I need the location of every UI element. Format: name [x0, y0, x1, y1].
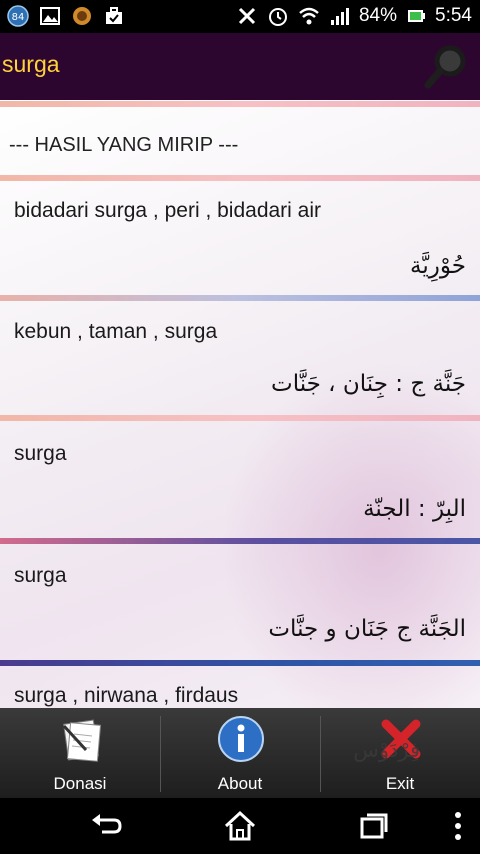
svg-text:84: 84: [12, 12, 25, 23]
search-icon[interactable]: [422, 41, 472, 91]
bottom-menu-bar: Donasi About Exit فِرْدَوْس: [0, 708, 480, 798]
list-item-arabic: البِرّ : الجنّة: [363, 496, 466, 522]
results-list: --- HASIL YANG MIRIP --- bidadari surga …: [0, 100, 480, 708]
notification-badge-icon: 84: [6, 4, 30, 28]
search-query-title: surga: [2, 51, 60, 77]
briefcase-icon: [102, 4, 126, 28]
recent-apps-icon[interactable]: [354, 806, 394, 846]
list-item-arabic: جَنَّة ج : جِنَان ، جَنَّات: [271, 371, 466, 397]
similar-results-header: --- HASIL YANG MIRIP ---: [9, 134, 239, 156]
list-item-indonesian: surga , nirwana , firdaus: [14, 684, 239, 707]
clock: 5:54: [435, 5, 472, 26]
home-icon[interactable]: [220, 806, 260, 846]
battery-icon: [404, 4, 428, 28]
overflow-menu-icon[interactable]: [438, 806, 478, 846]
list-item-indonesian: kebun , taman , surga: [14, 320, 218, 343]
list-item[interactable]: bidadari surga , peri , bidadari air حُو…: [0, 181, 480, 295]
list-item[interactable]: surga البِرّ : الجنّة: [0, 421, 480, 538]
status-bar: 84 84% 5:54: [0, 0, 480, 33]
list-item-indonesian: surga: [14, 442, 67, 465]
list-item-arabic: فِرْدَوْس: [353, 738, 420, 762]
list-item[interactable]: kebun , taman , surga جَنَّة ج : جِنَان …: [0, 301, 480, 415]
app-ring-icon: [70, 4, 94, 28]
list-item-indonesian: surga: [14, 564, 67, 587]
exit-label: Exit: [385, 774, 415, 793]
list-item-arabic: الجَنَّة ج جَنَان و جنَّات: [268, 616, 466, 642]
donasi-label: Donasi: [53, 774, 107, 793]
system-nav-bar: [0, 798, 480, 854]
about-label: About: [217, 774, 263, 793]
donasi-button[interactable]: Donasi: [0, 708, 160, 798]
about-button[interactable]: About: [160, 708, 320, 798]
back-icon[interactable]: [86, 806, 126, 846]
divider: [0, 101, 480, 107]
signal-icon: [328, 4, 352, 28]
info-icon: [216, 714, 266, 764]
gallery-icon: [38, 4, 62, 28]
battery-percent: 84%: [358, 5, 398, 26]
action-bar: surga: [0, 33, 480, 100]
list-item[interactable]: surga الجَنَّة ج جَنَان و جنَّات: [0, 544, 480, 660]
nfc-icon: [235, 4, 259, 28]
list-item-indonesian: bidadari surga , peri , bidadari air: [14, 199, 322, 222]
list-item-arabic: حُوْرِيَّة: [410, 253, 466, 279]
wifi-icon: [297, 4, 321, 28]
notepad-pen-icon: [56, 714, 106, 764]
alarm-icon: [266, 4, 290, 28]
list-item[interactable]: surga , nirwana , firdaus: [0, 666, 480, 708]
